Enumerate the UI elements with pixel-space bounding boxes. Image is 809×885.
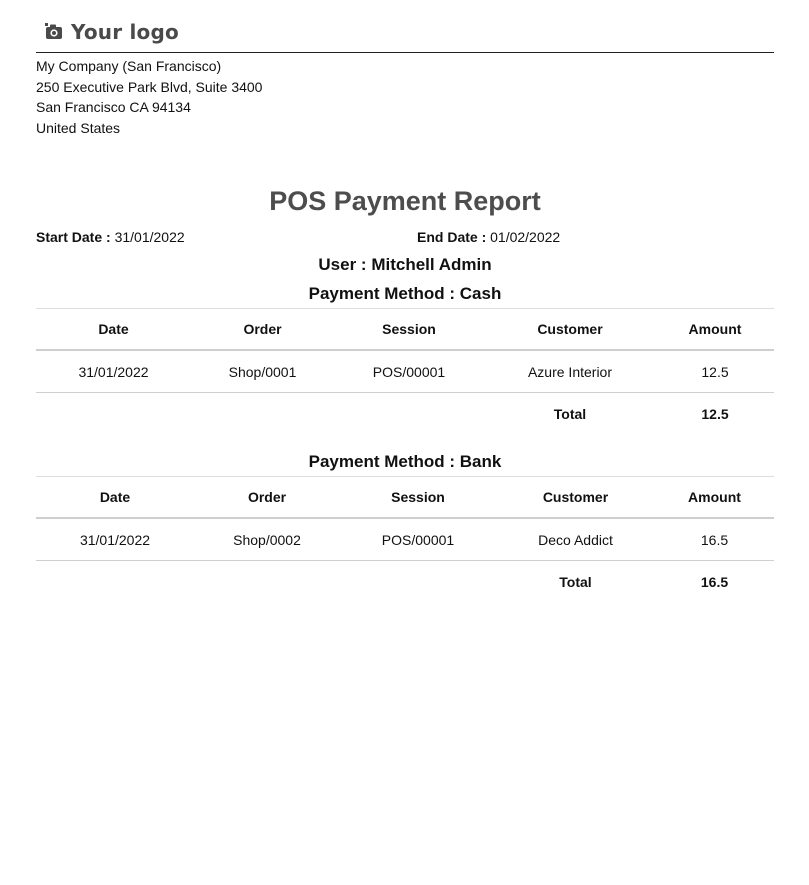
cell-date: 31/01/2022	[36, 350, 191, 393]
column-header-session: Session	[340, 476, 496, 519]
column-header-order: Order	[191, 308, 334, 351]
start-date-label: Start Date :	[36, 229, 111, 245]
payment-method-bank: Payment Method : Bank Date Order Session…	[36, 450, 774, 602]
cell-order: Shop/0002	[194, 518, 340, 561]
payment-method-cash: Payment Method : Cash Date Order Session…	[36, 282, 774, 434]
company-name: My Company (San Francisco)	[36, 58, 222, 74]
company-country: United States	[36, 119, 121, 136]
header-bar: Your logo	[36, 0, 774, 53]
cell-amount: 16.5	[655, 518, 774, 561]
cell-date: 31/01/2022	[36, 518, 194, 561]
payment-method-title: Payment Method : Cash	[308, 284, 502, 303]
camera-icon	[45, 23, 64, 41]
total-row: Total 12.5	[36, 393, 774, 435]
report-title: POS Payment Report	[269, 186, 541, 216]
end-date: End Date : 01/02/2022	[417, 229, 560, 245]
table-row: 31/01/2022 Shop/0002 POS/00001 Deco Addi…	[36, 518, 774, 561]
total-row: Total 16.5	[36, 561, 774, 603]
column-header-amount: Amount	[655, 476, 774, 519]
company-street: 250 Executive Park Blvd, Suite 3400	[36, 78, 263, 95]
column-header-customer: Customer	[496, 476, 655, 519]
column-header-date: Date	[36, 308, 191, 351]
total-value: 16.5	[700, 573, 729, 590]
cell-order: Shop/0001	[191, 350, 334, 393]
column-header-order: Order	[194, 476, 340, 519]
table-row: 31/01/2022 Shop/0001 POS/00001 Azure Int…	[36, 350, 774, 393]
cell-customer: Deco Addict	[496, 518, 655, 561]
cell-amount: 12.5	[656, 350, 774, 393]
logo-text: Your logo	[71, 20, 179, 44]
table-header-row: Date Order Session Customer Amount	[36, 476, 774, 519]
company-logo: Your logo	[45, 20, 179, 44]
end-date-label: End Date :	[417, 229, 487, 245]
start-date: Start Date : 31/01/2022	[36, 229, 185, 245]
start-date-value: 31/01/2022	[114, 229, 185, 245]
total-label: Total	[553, 405, 587, 422]
cell-customer: Azure Interior	[484, 350, 656, 393]
total-label: Total	[559, 573, 592, 590]
end-date-value: 01/02/2022	[490, 229, 561, 245]
table-header-row: Date Order Session Customer Amount	[36, 308, 774, 351]
report-page: Your logo My Company (San Francisco) 250…	[36, 0, 774, 590]
payment-method-title: Payment Method : Bank	[308, 452, 502, 471]
cell-session: POS/00001	[334, 350, 484, 393]
total-value: 12.5	[701, 405, 729, 422]
payment-table: Date Order Session Customer Amount 31/01…	[36, 308, 774, 434]
payment-table: Date Order Session Customer Amount 31/01…	[36, 476, 774, 602]
company-city: San Francisco CA 94134	[36, 99, 191, 115]
column-header-amount: Amount	[656, 308, 774, 351]
column-header-customer: Customer	[484, 308, 656, 351]
column-header-session: Session	[334, 308, 484, 351]
report-user: User : Mitchell Admin	[318, 255, 492, 274]
company-address: My Company (San Francisco) 250 Executive…	[36, 56, 774, 138]
column-header-date: Date	[36, 476, 194, 519]
cell-session: POS/00001	[340, 518, 496, 561]
